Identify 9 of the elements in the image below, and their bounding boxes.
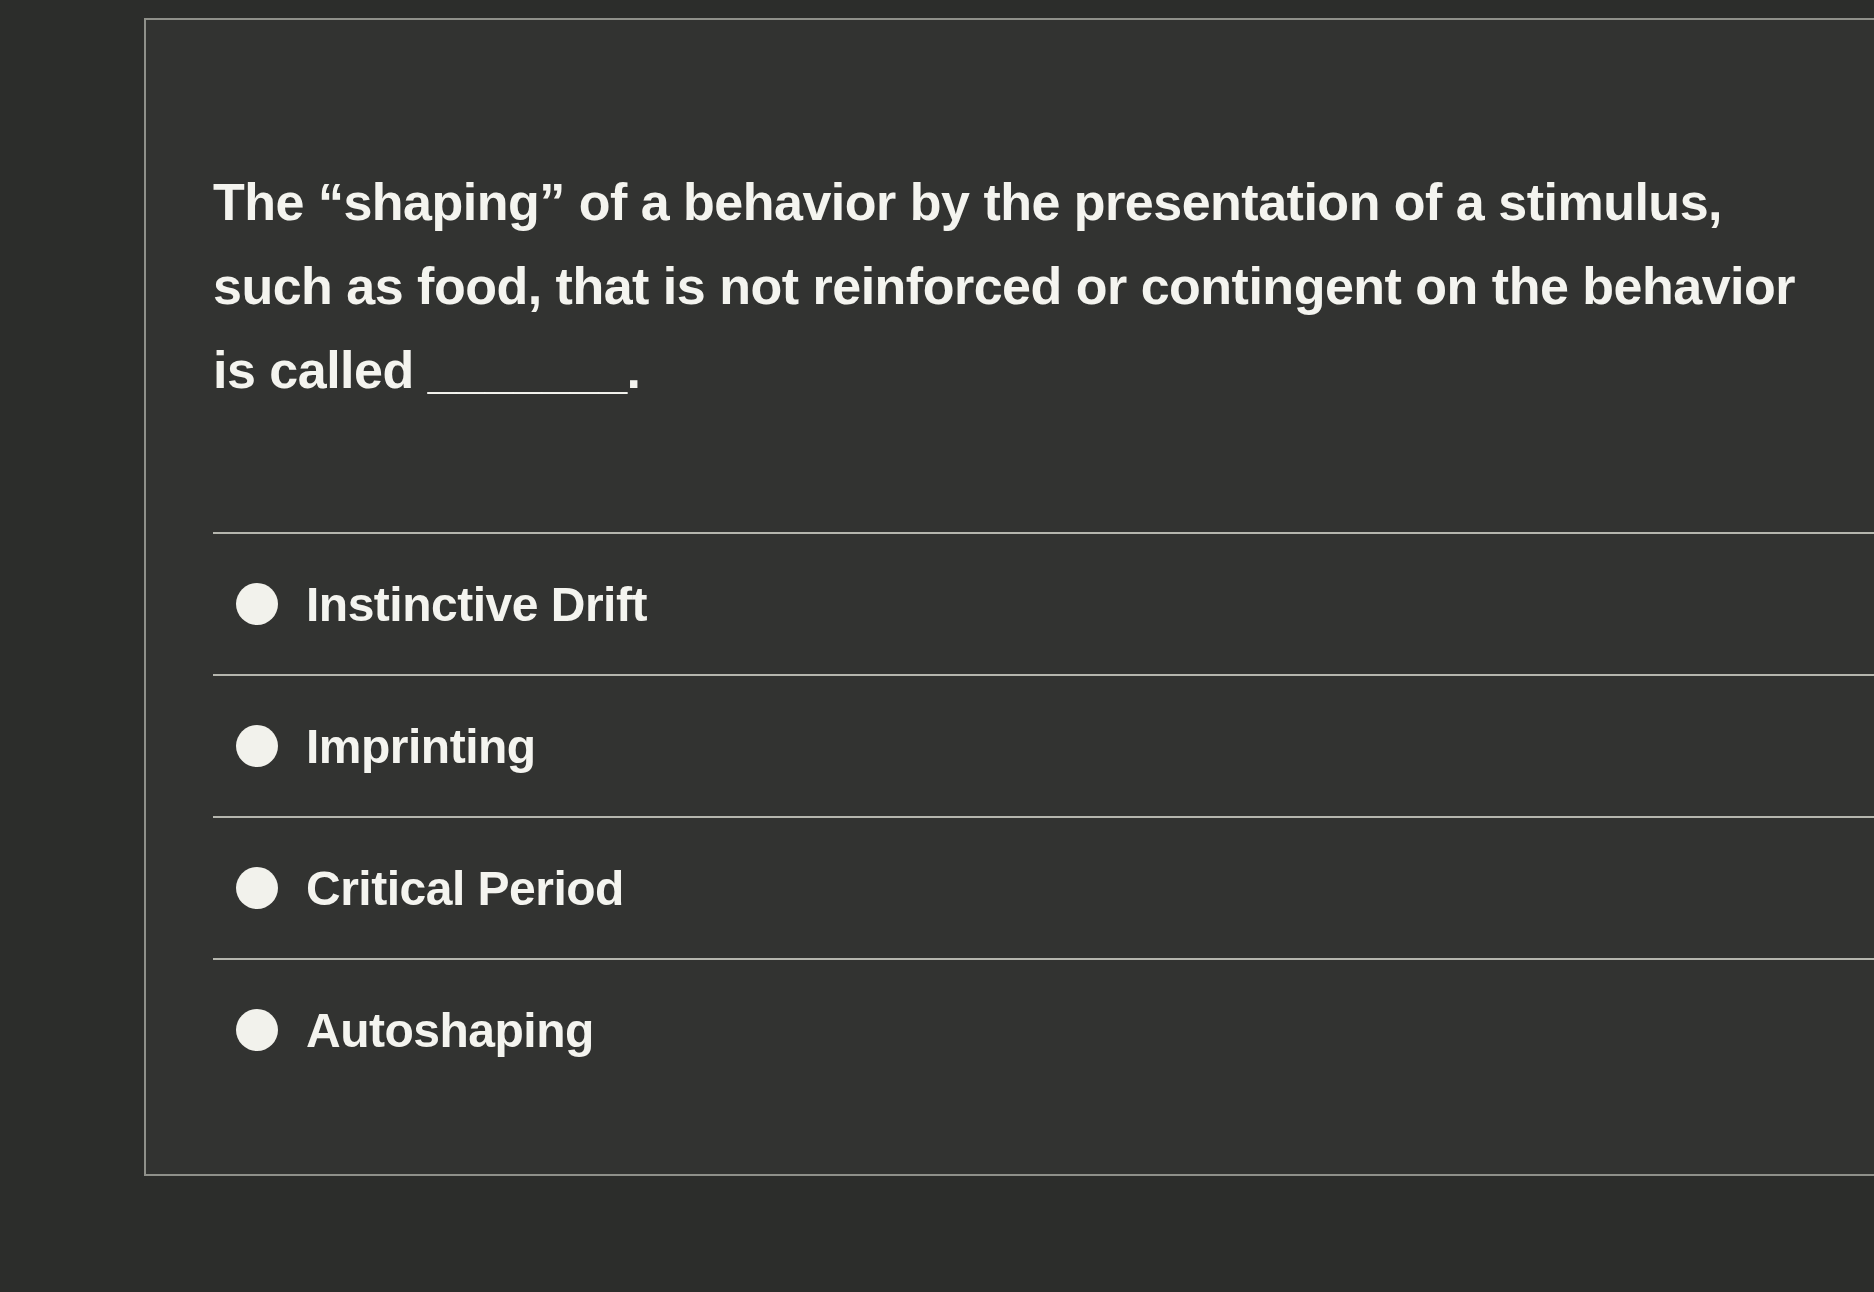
answer-label[interactable]: Autoshaping <box>306 1002 594 1058</box>
radio-button[interactable] <box>235 724 279 768</box>
radio-button[interactable] <box>235 582 279 626</box>
answer-label[interactable]: Critical Period <box>306 860 624 916</box>
answer-label[interactable]: Instinctive Drift <box>306 576 647 632</box>
radio-button[interactable] <box>235 1008 279 1052</box>
answer-label[interactable]: Imprinting <box>306 718 536 774</box>
radio-button[interactable] <box>235 866 279 910</box>
question-text: The “shaping” of a behavior by the presentation of a stimulus, such as food, that is not reinforced or contingent on the behavior is called _______. <box>213 172 1796 401</box>
